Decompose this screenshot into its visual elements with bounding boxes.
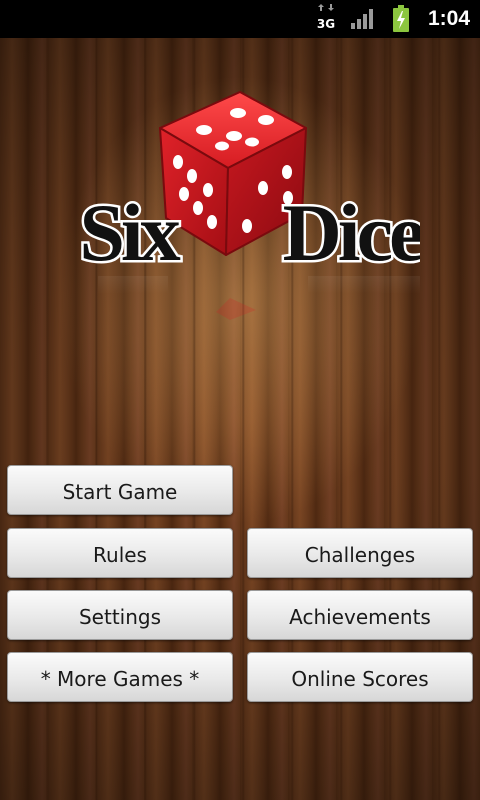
network-label: 3G — [317, 17, 335, 31]
battery-charging-icon — [392, 0, 410, 38]
more-games-label: * More Games * — [40, 667, 200, 691]
start-game-button[interactable]: Start Game — [7, 465, 233, 515]
logo-word-dice: Dice — [283, 187, 420, 278]
challenges-button[interactable]: Challenges — [247, 528, 473, 578]
more-games-button[interactable]: * More Games * — [7, 652, 233, 702]
six-dice-logo: Six Dice — [80, 91, 420, 320]
logo-reflection — [98, 276, 420, 320]
status-bar: 3G 1:04 — [0, 0, 480, 38]
achievements-button[interactable]: Achievements — [247, 590, 473, 640]
logo-word-six: Six — [80, 187, 181, 278]
settings-label: Settings — [78, 605, 162, 629]
settings-button[interactable]: Settings — [7, 590, 233, 640]
signal-icon — [350, 0, 376, 38]
achievements-label: Achievements — [289, 605, 431, 629]
network-3g-icon: 3G — [314, 0, 338, 38]
status-clock: 1:04 — [427, 7, 470, 30]
rules-label: Rules — [93, 543, 147, 567]
online-scores-label: Online Scores — [291, 667, 429, 691]
challenges-label: Challenges — [304, 543, 416, 567]
online-scores-button[interactable]: Online Scores — [247, 652, 473, 702]
start-game-label: Start Game — [62, 480, 178, 504]
app-screen: 3G 1:04 Six Dice Start Game Rules Challe… — [0, 0, 480, 800]
rules-button[interactable]: Rules — [7, 528, 233, 578]
